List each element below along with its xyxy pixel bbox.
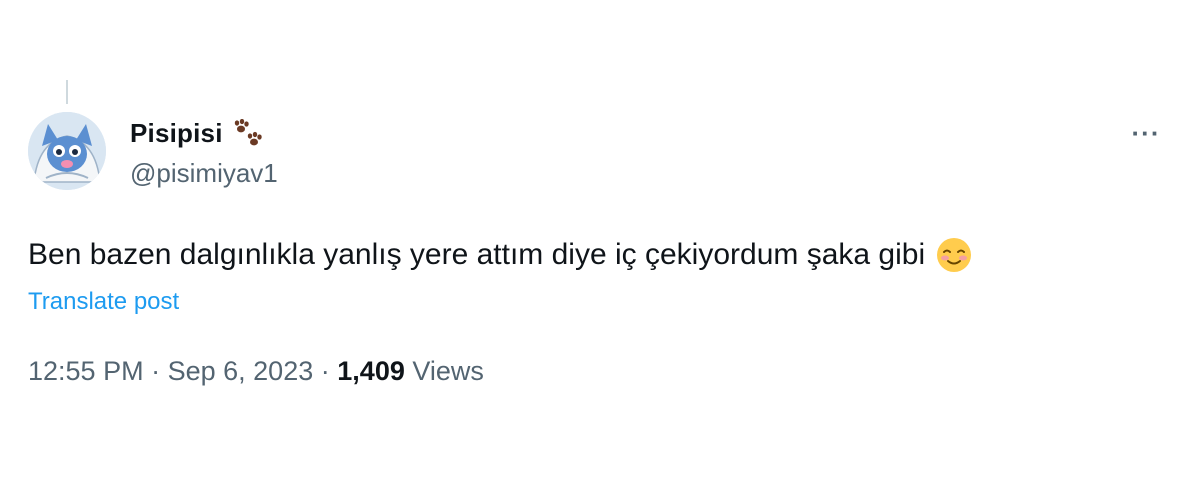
- tweet-time[interactable]: 12:55 PM: [28, 356, 144, 386]
- more-options-button[interactable]: ···: [1126, 118, 1166, 148]
- translate-post-link[interactable]: Translate post: [28, 288, 179, 316]
- tweet-metadata: 12:55 PM · Sep 6, 2023 · 1,409 Views: [28, 356, 484, 387]
- avatar[interactable]: [28, 112, 106, 190]
- more-horizontal-icon: ···: [1131, 117, 1161, 148]
- tweet-text: Ben bazen dalgınlıkla yanlış yere attım …: [28, 236, 973, 274]
- smiling-face-with-rosy-cheeks-icon: [935, 236, 973, 274]
- tweet-date[interactable]: Sep 6, 2023: [168, 356, 314, 386]
- meta-separator: ·: [151, 356, 161, 386]
- thread-connector-line: [66, 80, 68, 104]
- paw-prints-icon: [231, 118, 265, 149]
- meta-separator: ·: [320, 356, 330, 386]
- views-count: 1,409: [337, 356, 405, 386]
- tweet-body: Ben bazen dalgınlıkla yanlış yere attım …: [28, 238, 926, 271]
- author-name-row: Pisipisi: [130, 118, 265, 149]
- author-handle[interactable]: @pisimiyav1: [130, 158, 278, 189]
- views-label: Views: [412, 356, 484, 386]
- display-name[interactable]: Pisipisi: [130, 118, 223, 149]
- cat-avatar-image: [28, 112, 106, 190]
